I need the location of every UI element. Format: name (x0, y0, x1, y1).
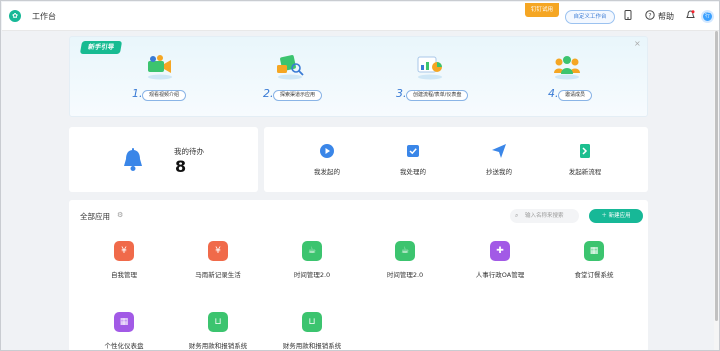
guide-step-label[interactable]: 创建流程/表单/仪表盘 (406, 90, 469, 101)
process-actions-card: 我发起的 我处理的 抄送我的 发起新流程 (264, 127, 648, 192)
video-camera-icon (148, 55, 172, 80)
puzzle-icon: ✚ (490, 241, 510, 261)
app-logo-icon[interactable]: ✿ (9, 10, 21, 22)
building-icon: ▦ (114, 312, 134, 332)
app-tile[interactable]: ▦ 食堂订餐系统 (549, 241, 639, 279)
search-app-icon (277, 55, 304, 80)
yen-icon: ¥ (114, 241, 134, 261)
top-header: ✿ 工作台 钉钉试用 自定义工作台 ? 帮助 行 (2, 2, 719, 31)
app-tile[interactable]: ¥ 马雨新记录生活 (173, 241, 263, 279)
scrollbar-thumb[interactable] (715, 31, 718, 321)
svg-text:?: ? (648, 13, 651, 20)
my-todo-card[interactable]: 我的待办 8 (69, 127, 258, 192)
app-tile[interactable]: ⊔ 财务用款和报销系统 (173, 312, 263, 350)
action-start-new-process[interactable]: 发起新流程 (550, 144, 620, 176)
cup-icon: ☕ (302, 241, 322, 261)
new-app-button[interactable]: ＋ 新建应用 (589, 209, 643, 223)
bell-icon (124, 148, 142, 171)
todo-count: 8 (175, 157, 187, 176)
onboarding-guide-panel: 新手引导 × 1. 观看视频介绍 2. 探索渠道示应用 3. 创建流程/表单/仪… (69, 36, 648, 117)
dashboard-chart-icon (417, 56, 442, 80)
cup-icon: ☕ (395, 241, 415, 261)
help-label[interactable]: 帮助 (658, 11, 674, 22)
app-tile[interactable]: ⊔ 财务用款和报销系统 (267, 312, 357, 350)
search-placeholder: 输入名称来搜索 (525, 213, 564, 219)
app-search-input[interactable]: ⌕ 输入名称来搜索 (510, 209, 579, 223)
building-icon: ▦ (584, 241, 604, 261)
gear-icon[interactable]: ⚙ (117, 211, 123, 219)
basket-icon: ⊔ (302, 312, 322, 332)
guide-step-label[interactable]: 观看视频介绍 (142, 90, 187, 101)
new-process-icon (580, 144, 590, 158)
notification-icon[interactable] (686, 10, 695, 24)
send-icon (492, 144, 506, 158)
check-icon (407, 145, 419, 157)
workbench-window: ✿ 工作台 钉钉试用 自定义工作台 ? 帮助 行 新手引导 × 1. 观看视频介… (0, 0, 720, 351)
avatar[interactable]: 行 (701, 10, 714, 23)
mobile-icon[interactable] (624, 10, 632, 24)
all-apps-card: 全部应用 ⚙ ⌕ 输入名称来搜索 ＋ 新建应用 ¥ 自我管理 ¥ 马雨新记录生活… (69, 200, 648, 350)
app-tile[interactable]: ¥ 自我管理 (79, 241, 169, 279)
guide-step-label[interactable]: 邀请成员 (558, 90, 593, 101)
todo-label: 我的待办 (174, 147, 204, 156)
action-initiated-by-me[interactable]: 我发起的 (292, 144, 362, 176)
app-tile[interactable]: ☕ 时间管理2.0 (360, 241, 450, 279)
app-title: 工作台 (32, 12, 56, 21)
app-tile[interactable]: ▦ 个性化仪表盘 (79, 312, 169, 350)
action-cc-to-me[interactable]: 抄送我的 (464, 144, 534, 176)
all-apps-title: 全部应用 (80, 212, 110, 221)
action-handled-by-me[interactable]: 我处理的 (378, 144, 448, 176)
app-tile[interactable]: ✚ 人事行政OA管理 (455, 241, 545, 279)
basket-icon: ⊔ (208, 312, 228, 332)
yen-icon: ¥ (208, 241, 228, 261)
guide-step-label[interactable]: 探索渠道示应用 (273, 90, 323, 101)
close-icon[interactable]: × (634, 39, 641, 48)
play-icon (320, 144, 334, 158)
invite-members-icon (554, 56, 580, 80)
app-tile[interactable]: ☕ 时间管理2.0 (267, 241, 357, 279)
trial-badge[interactable]: 钉钉试用 (525, 3, 559, 17)
customize-workbench-button[interactable]: 自定义工作台 (565, 10, 615, 24)
search-icon: ⌕ (515, 212, 519, 219)
guide-tag: 新手引导 (79, 41, 123, 54)
help-icon[interactable]: ? (645, 10, 655, 24)
